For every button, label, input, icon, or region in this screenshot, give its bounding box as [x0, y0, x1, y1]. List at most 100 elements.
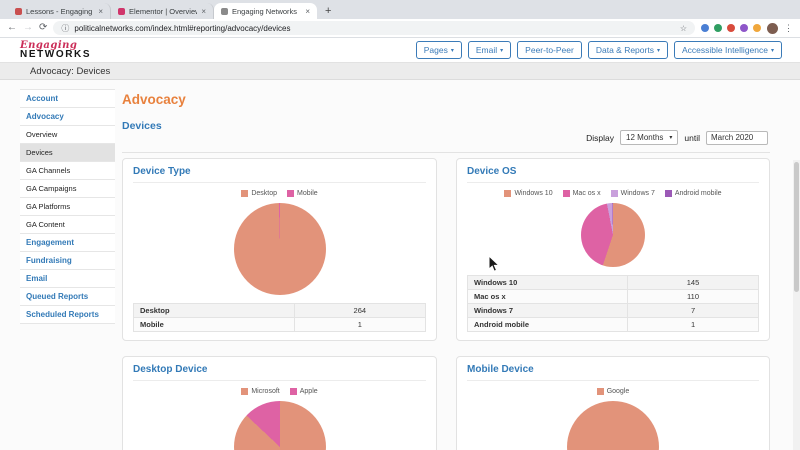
chart-legend: Windows 10 Mac os x Windows 7 Android mobil… [498, 190, 728, 197]
sidebar-item-ga-content[interactable]: GA Content [20, 216, 115, 234]
legend-swatch-icon [597, 388, 604, 395]
sidebar-item-ga-platforms[interactable]: GA Platforms [20, 198, 115, 216]
nav-button-pages[interactable]: Pages ▾ [416, 41, 462, 59]
tab-favicon [15, 8, 22, 15]
chevron-down-icon: ▾ [657, 47, 660, 54]
sidebar-item-overview[interactable]: Overview [20, 126, 115, 144]
sidebar-item-ga-channels[interactable]: GA Channels [20, 162, 115, 180]
card-title: Device OS [467, 166, 759, 183]
browser-tab-active[interactable]: Engaging Networks × [214, 3, 317, 19]
sidebar-item-email[interactable]: Email [20, 270, 115, 288]
card-mobile-device: Mobile Device Google [456, 356, 770, 450]
browser-tab[interactable]: Elementor | Overview Report × [111, 3, 214, 19]
legend-label: Desktop [251, 190, 277, 197]
legend-label: Mobile [297, 190, 318, 197]
table-cell-label: Windows 7 [468, 304, 628, 318]
pie-chart [234, 203, 326, 295]
legend-label: Mac os x [573, 190, 601, 197]
browser-tab[interactable]: Lessons - Engaging Networks × [8, 3, 111, 19]
tab-title: Elementor | Overview Report [129, 7, 197, 16]
chevron-down-icon: ▾ [500, 47, 503, 54]
page-content: AccountAdvocacyOverviewDevicesGA Channel… [0, 80, 800, 450]
table-cell-value: 7 [628, 304, 759, 318]
page-title: Advocacy [122, 92, 770, 107]
browser-menu-icon[interactable]: ⋮ [784, 23, 793, 34]
legend-label: Windows 7 [621, 190, 655, 197]
engaging-networks-logo[interactable]: Engaging NETWORKS [20, 41, 91, 60]
legend-swatch-icon [563, 190, 570, 197]
legend-label: Android mobile [675, 190, 722, 197]
sidebar-item-ga-campaigns[interactable]: GA Campaigns [20, 180, 115, 198]
legend-item: Google [597, 388, 630, 395]
table-row: Mobile1 [134, 318, 426, 332]
legend-item: Mac os x [563, 190, 601, 197]
until-date-input[interactable] [706, 131, 768, 145]
tab-favicon [221, 8, 228, 15]
sidebar-item-scheduled-reports[interactable]: Scheduled Reports [20, 306, 115, 324]
table-row: Android mobile1 [468, 318, 759, 332]
extension-icon-orange[interactable] [753, 24, 761, 32]
sidebar-item-engagement[interactable]: Engagement [20, 234, 115, 252]
tab-favicon [118, 8, 125, 15]
legend-item: Mobile [287, 190, 318, 197]
table-cell-label: Windows 10 [468, 276, 628, 290]
table-cell-label: Android mobile [468, 318, 628, 332]
table-row: Desktop264 [134, 304, 426, 318]
tab-close-icon[interactable]: × [305, 7, 310, 16]
profile-avatar[interactable] [767, 23, 778, 34]
card-desktop-device: Desktop Device MicrosoftApple [122, 356, 437, 450]
section-divider [122, 152, 770, 153]
table-cell-value: 264 [294, 304, 425, 318]
extension-icon-blue[interactable] [701, 24, 709, 32]
legend-item: Apple [290, 388, 318, 395]
extension-icon-red[interactable] [727, 24, 735, 32]
bookmark-star-icon[interactable]: ☆ [680, 24, 687, 33]
legend-label: Apple [300, 388, 318, 395]
back-icon[interactable]: ← [7, 23, 17, 33]
nav-button-accessible-intelligence[interactable]: Accessible Intelligence ▾ [674, 41, 782, 59]
tab-close-icon[interactable]: × [98, 7, 103, 16]
new-tab-button[interactable]: + [325, 5, 331, 17]
logo-block-text: NETWORKS [20, 50, 91, 60]
display-label: Display [586, 133, 614, 143]
extension-icon-purple[interactable] [740, 24, 748, 32]
sidebar-item-queued-reports[interactable]: Queued Reports [20, 288, 115, 306]
sidebar-item-fundraising[interactable]: Fundraising [20, 252, 115, 270]
table-cell-label: Mac os x [468, 290, 628, 304]
toolbar-extensions [701, 24, 761, 32]
nav-button-peer-to-peer[interactable]: Peer-to-Peer [517, 41, 582, 59]
tab-title: Engaging Networks [232, 7, 301, 16]
pie-chart [581, 203, 645, 267]
pie-chart [567, 401, 659, 450]
legend-swatch-icon [241, 388, 248, 395]
legend-item: Windows 7 [611, 190, 655, 197]
nav-button-email[interactable]: Email ▾ [468, 41, 511, 59]
main-nav: Pages ▾ Email ▾ Peer-to-Peer Data & Repo… [416, 41, 782, 59]
extension-icon-green[interactable] [714, 24, 722, 32]
nav-button-data-reports[interactable]: Data & Reports ▾ [588, 41, 668, 59]
legend-label: Google [607, 388, 630, 395]
display-range-select[interactable]: 12 Months ▾ [620, 130, 678, 145]
refresh-icon[interactable]: ⟳ [39, 23, 47, 33]
sidebar-item-account[interactable]: Account [20, 90, 115, 108]
site-header: Engaging NETWORKS Pages ▾ Email ▾ Peer-t… [0, 38, 800, 62]
address-bar[interactable]: ⓘ politicalnetworks.com/index.html#repor… [53, 21, 695, 35]
table-cell-label: Desktop [134, 304, 295, 318]
legend-swatch-icon [504, 190, 511, 197]
table-row: Mac os x110 [468, 290, 759, 304]
legend-label: Microsoft [251, 388, 279, 395]
table-cell-value: 145 [628, 276, 759, 290]
tab-close-icon[interactable]: × [201, 7, 206, 16]
sidebar-item-advocacy[interactable]: Advocacy [20, 108, 115, 126]
sidebar-item-devices[interactable]: Devices [20, 144, 115, 162]
scrollbar-thumb[interactable] [794, 162, 799, 292]
table-cell-value: 110 [628, 290, 759, 304]
forward-icon[interactable]: → [23, 23, 33, 33]
legend-label: Windows 10 [514, 190, 552, 197]
chart-table: Desktop264Mobile1 [133, 303, 426, 332]
table-row: Windows 10145 [468, 276, 759, 290]
legend-swatch-icon [287, 190, 294, 197]
breadcrumb: Advocacy: Devices [0, 62, 800, 80]
legend-item: Desktop [241, 190, 277, 197]
site-info-icon[interactable]: ⓘ [61, 23, 69, 34]
